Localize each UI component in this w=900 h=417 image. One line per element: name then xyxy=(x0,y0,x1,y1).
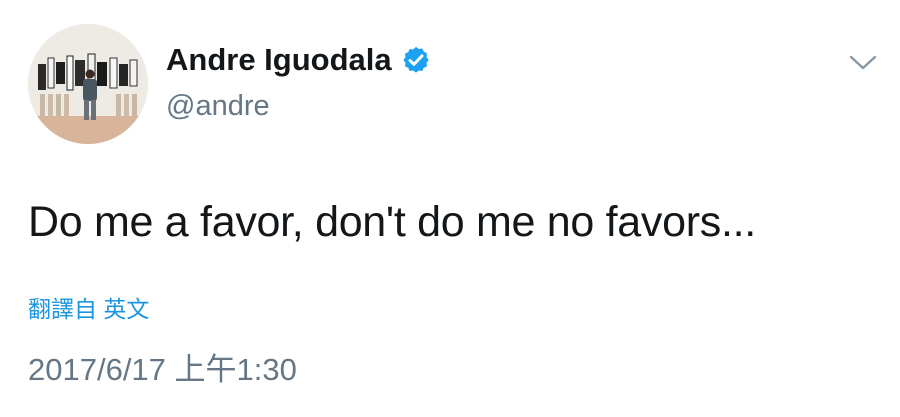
avatar[interactable] xyxy=(28,24,148,144)
avatar-image xyxy=(28,24,148,144)
chevron-down-icon[interactable] xyxy=(846,52,880,74)
tweet-timestamp[interactable]: 2017/6/17 上午1:30 xyxy=(28,344,297,389)
translate-tweet-link[interactable]: 翻譯自 英文 xyxy=(28,290,149,324)
author-handle[interactable]: @andre xyxy=(166,90,270,123)
tweet-text: Do me a favor, don't do me no favors... xyxy=(28,198,756,246)
author-name-row[interactable]: Andre Iguodala xyxy=(166,42,431,78)
verified-badge-icon xyxy=(401,45,431,75)
tweet-card: Andre Iguodala @andre Do me a favor, don… xyxy=(0,0,900,417)
author-display-name[interactable]: Andre Iguodala xyxy=(166,42,392,78)
